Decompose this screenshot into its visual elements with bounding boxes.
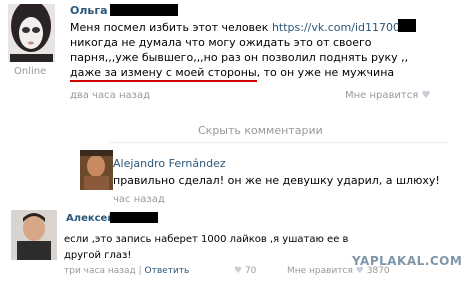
comment2-like-label: Мне нравится — [287, 266, 353, 276]
hide-comments-link[interactable]: Скрыть комментарии — [198, 124, 323, 137]
watermark: YAPLAKAL.COM — [352, 254, 463, 268]
post-text-line1: Меня посмел избить этот человек https://… — [70, 21, 407, 34]
comment1-time[interactable]: час назад — [113, 194, 165, 205]
post-author-name[interactable]: Ольга — [70, 4, 108, 17]
comment2-avatar[interactable] — [11, 210, 57, 260]
comment2-meta: три часа назад | Ответить — [64, 266, 189, 276]
comment2-likes[interactable]: ♥ 70 — [234, 266, 256, 276]
post-text-line4: даже за измену с моей стороны, то он уже… — [70, 66, 395, 82]
redacted-surname-2 — [110, 212, 158, 223]
man-photo — [11, 210, 57, 260]
redacted-surname — [110, 4, 178, 16]
redacted-link-id — [398, 19, 416, 32]
comment2-time[interactable]: три часа назад — [64, 266, 136, 276]
post-text-line4-rest: , то он уже не мужчина — [256, 66, 395, 79]
comment2-like-count: 70 — [244, 266, 257, 276]
highlighted-phrase: даже за измену с моей стороны — [70, 66, 257, 82]
post-text-line1-text: Меня посмел избить этот человек — [70, 21, 269, 34]
reply-link[interactable]: Ответить — [145, 266, 190, 276]
comment2-author[interactable]: Алексей — [66, 213, 114, 224]
post-time[interactable]: два часа назад — [70, 90, 150, 101]
comment2-text-line1: если ,это запись наберет 1000 лайков ,я … — [64, 234, 349, 245]
profile-link[interactable]: https://vk.com/id117007 — [272, 21, 407, 34]
woman-face-photo — [8, 4, 55, 62]
post-text-line3: парня,,,уже бывшего,,,но раз он позволил… — [70, 51, 409, 64]
post-like-label: Мне нравится — [345, 90, 419, 101]
comment1-author[interactable]: Alejandro Fernández — [113, 157, 226, 170]
man-photo — [80, 150, 113, 190]
comment1-avatar[interactable] — [80, 150, 113, 190]
comment2-text-line2: другой глаз! — [64, 250, 132, 261]
post-like-button[interactable]: Мне нравится ♥ — [345, 90, 430, 101]
post-text-line2: никогда не думала что могу ожидать это о… — [70, 36, 372, 49]
post-author-avatar[interactable] — [8, 4, 55, 62]
heart-icon: ♥ — [421, 90, 431, 101]
online-status: Online — [14, 66, 47, 77]
comment1-text: правильно сделал! он же не девушку удари… — [113, 174, 440, 187]
heart-icon: ♥ — [234, 266, 243, 276]
separator-line — [108, 142, 448, 143]
